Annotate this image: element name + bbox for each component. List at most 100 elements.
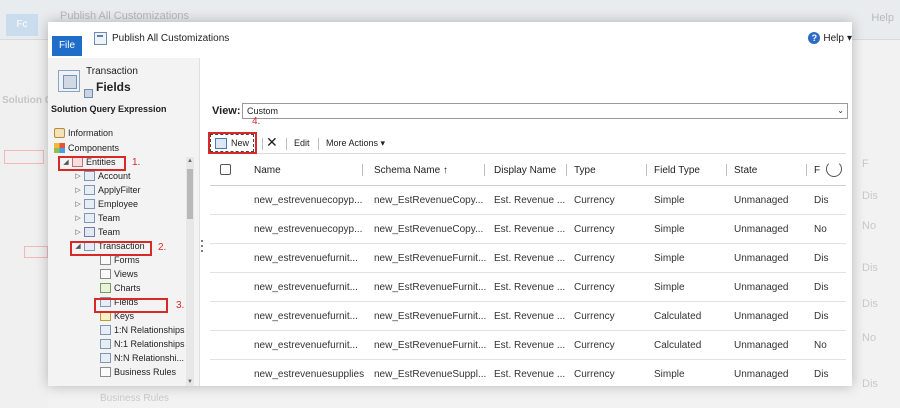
nav-item-label: Team [98, 227, 121, 237]
nav-item-label: Charts [114, 283, 141, 293]
file-button[interactable]: File [52, 36, 82, 56]
nav-item-account[interactable]: ▷ Account [74, 169, 131, 183]
column-divider[interactable] [362, 164, 363, 176]
cell-name: new_estrevenuefurnit... [254, 281, 358, 293]
cell-display-name: Est. Revenue ... [494, 223, 566, 235]
edit-button[interactable]: Edit [294, 138, 310, 148]
column-divider[interactable] [566, 164, 567, 176]
cell-name: new_estrevenuecopyp... [254, 194, 363, 206]
scroll-down-icon[interactable]: ▼ [186, 378, 194, 386]
publish-label: Publish All Customizations [112, 33, 230, 44]
cell-f: Dis [814, 368, 829, 380]
expand-toggle-icon[interactable]: ▷ [74, 172, 82, 180]
cell-schema-name: new_EstRevenueCopy... [374, 223, 484, 235]
annotation-label: 4. [252, 116, 261, 127]
cell-f: No [814, 339, 827, 351]
view-select[interactable]: Custom ⌄ [242, 103, 848, 119]
annotation-box-transaction [70, 241, 152, 256]
column-header-schema-name[interactable]: Schema Name ↑ [374, 154, 448, 186]
table-row[interactable]: new_estrevenuefurnit... new_EstRevenueFu… [210, 273, 846, 302]
select-all-checkbox[interactable] [220, 164, 231, 175]
nav-item-information[interactable]: Information [54, 126, 113, 140]
nav-item-charts[interactable]: Charts [100, 281, 141, 295]
cell-display-name: Est. Revenue ... [494, 339, 566, 351]
column-divider[interactable] [726, 164, 727, 176]
table-row[interactable]: new_estrevenuefurnit... new_EstRevenueFu… [210, 302, 846, 331]
column-header-f[interactable]: F [814, 154, 820, 186]
column-header-state[interactable]: State [734, 154, 757, 186]
column-divider[interactable] [806, 164, 807, 176]
expand-toggle-icon[interactable]: ▷ [74, 228, 82, 236]
cell-state: Unmanaged [734, 339, 789, 351]
background-right-text: No [862, 332, 877, 344]
cell-state: Unmanaged [734, 310, 789, 322]
table-row[interactable]: new_estrevenuecopyp... new_EstRevenueCop… [210, 186, 846, 215]
help-button[interactable]: ? Help ▾ [808, 32, 852, 44]
expand-toggle-icon[interactable]: ▷ [74, 214, 82, 222]
grid-header: Name Schema Name ↑ Display Name Type Fie… [210, 154, 846, 186]
background-left-text: Solution Q [2, 95, 53, 106]
scroll-up-icon[interactable]: ▲ [186, 157, 194, 165]
business-rule-icon [100, 367, 111, 377]
components-icon [54, 143, 65, 153]
nav-item-nn-relationships[interactable]: N:N Relationshi... [100, 351, 184, 365]
field-icon [84, 89, 93, 98]
column-header-display-name[interactable]: Display Name [494, 154, 556, 186]
background-title: Publish All Customizations [60, 10, 190, 22]
column-divider[interactable] [484, 164, 485, 176]
cell-schema-name: new_EstRevenueSuppl... [374, 368, 486, 380]
chevron-down-icon: ▾ [380, 138, 386, 148]
background-annotation-box [4, 150, 44, 164]
background-right-text: Dis [862, 298, 878, 310]
column-divider[interactable] [646, 164, 647, 176]
nav-item-team[interactable]: ▷ Team [74, 211, 120, 225]
cell-field-type: Calculated [654, 339, 702, 351]
expand-toggle-icon[interactable]: ▷ [74, 200, 82, 208]
nav-item-1n-relationships[interactable]: 1:N Relationships [100, 323, 185, 337]
column-header-type[interactable]: Type [574, 154, 596, 186]
nav-item-applyfilter[interactable]: ▷ ApplyFilter [74, 183, 141, 197]
table-row[interactable]: new_estrevenuefurnit... new_EstRevenueFu… [210, 244, 846, 273]
expand-toggle-icon[interactable]: ▷ [74, 186, 82, 194]
column-header-name[interactable]: Name [254, 154, 281, 186]
nav-item-label: Business Rules [114, 367, 177, 377]
nav-item-n1-relationships[interactable]: N:1 Relationships [100, 337, 185, 351]
background-annotation-box [24, 246, 48, 258]
command-bar: New ✕ Edit More Actions ▾ [208, 130, 846, 154]
cell-schema-name: new_EstRevenueCopy... [374, 194, 484, 206]
table-row[interactable]: new_estrevenuefurnit... new_EstRevenueFu… [210, 331, 846, 360]
cell-type: Currency [574, 310, 615, 322]
cell-type: Currency [574, 368, 615, 380]
table-row[interactable]: new_estrevenuecopyp... new_EstRevenueCop… [210, 215, 846, 244]
cell-state: Unmanaged [734, 194, 789, 206]
cell-name: new_estrevenuefurnit... [254, 310, 358, 322]
refresh-icon[interactable] [826, 161, 842, 177]
nav-item-business-rules[interactable]: Business Rules [100, 365, 176, 379]
publish-all-button[interactable]: Publish All Customizations [94, 32, 229, 45]
entity-icon [58, 70, 80, 92]
cell-name: new_estrevenuecopyp... [254, 223, 363, 235]
nav-scrollbar[interactable]: ▲ ▼ [186, 157, 194, 386]
table-row[interactable]: new_estrevenuesupplies new_EstRevenueSup… [210, 360, 846, 386]
cell-type: Currency [574, 339, 615, 351]
entity-title: Transaction [86, 66, 138, 77]
cell-type: Currency [574, 281, 615, 293]
background-bottom-text: Business Rules [100, 393, 169, 404]
more-actions-label: More Actions [326, 138, 379, 148]
cell-name: new_estrevenuefurnit... [254, 252, 358, 264]
nav-item-components[interactable]: Components [54, 141, 119, 155]
nav-item-employee[interactable]: ▷ Employee [74, 197, 138, 211]
background-right-text: F [862, 158, 869, 170]
column-header-field-type[interactable]: Field Type [654, 154, 700, 186]
more-actions-button[interactable]: More Actions ▾ [326, 138, 385, 149]
delete-button[interactable]: ✕ [266, 134, 278, 150]
scroll-thumb[interactable] [187, 169, 193, 219]
nav-item-team-2[interactable]: ▷ Team [74, 225, 120, 239]
cell-name: new_estrevenuefurnit... [254, 339, 358, 351]
nav-item-label: Employee [98, 199, 139, 209]
nav-item-views[interactable]: Views [100, 267, 138, 281]
top-toolbar: File Publish All Customizations ? Help ▾ [48, 22, 852, 58]
chart-icon [100, 283, 111, 293]
splitter-dot [201, 240, 203, 242]
customization-window: File Publish All Customizations ? Help ▾… [48, 22, 852, 386]
